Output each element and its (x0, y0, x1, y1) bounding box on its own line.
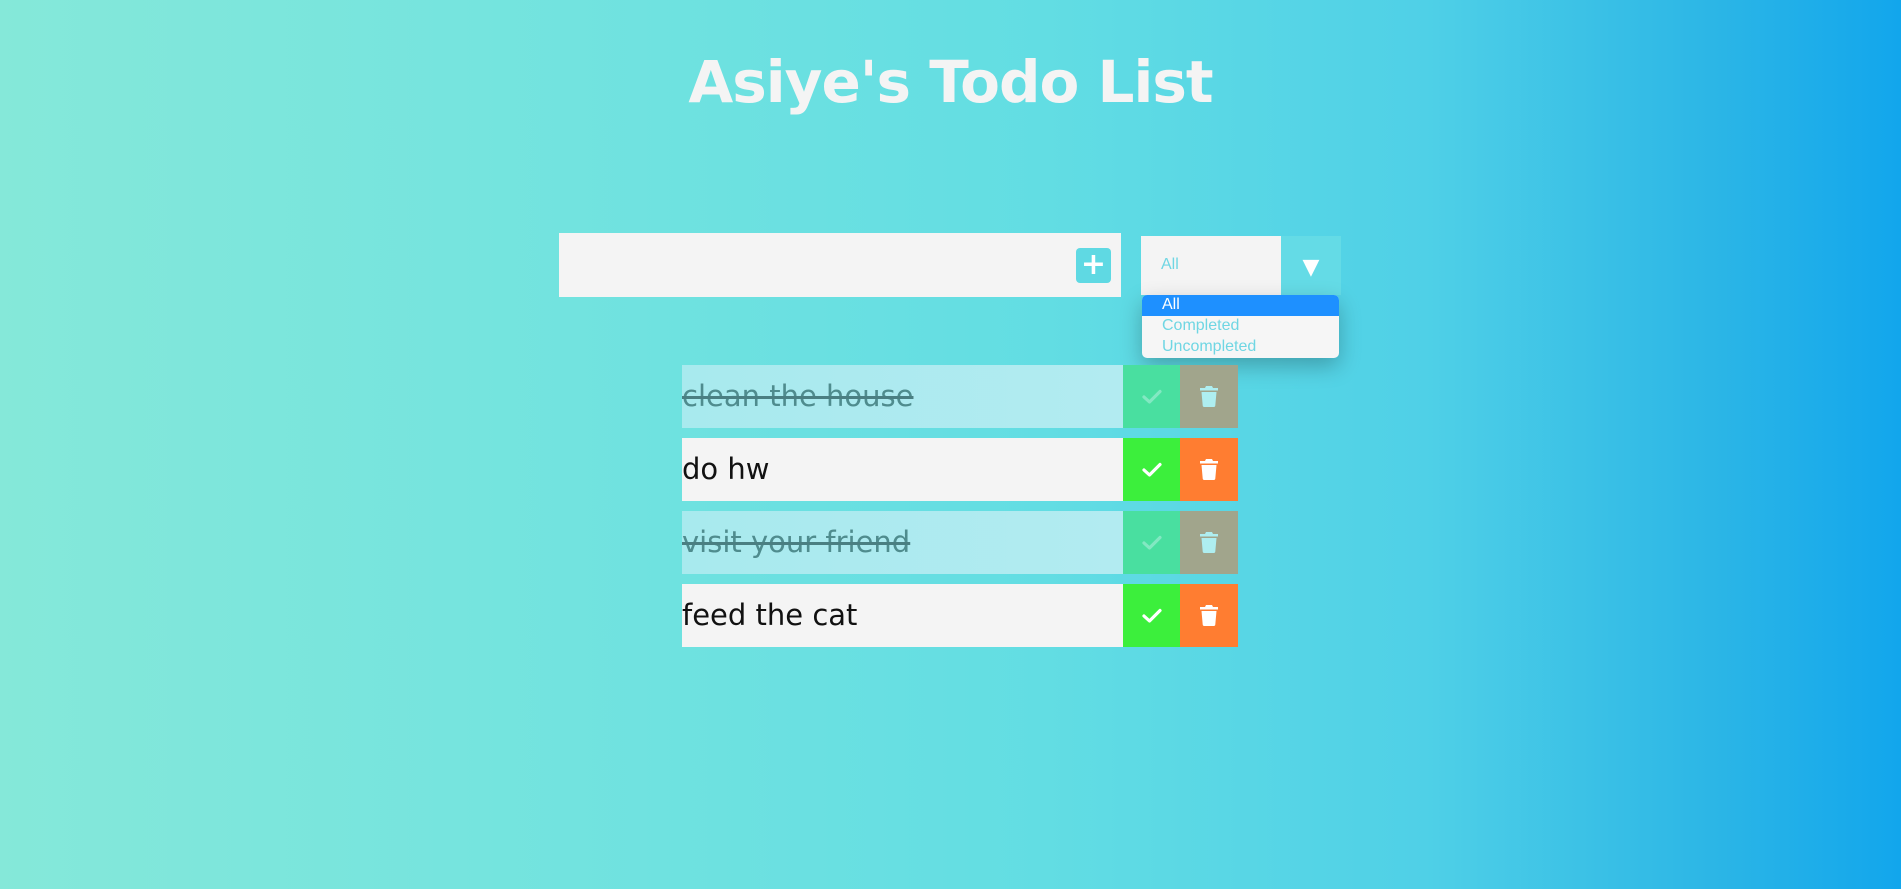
delete-button[interactable] (1180, 365, 1238, 428)
check-icon (1141, 462, 1162, 477)
complete-button[interactable] (1123, 438, 1180, 501)
complete-button[interactable] (1123, 511, 1180, 574)
todo-text-area: clean the house (682, 365, 1123, 428)
filter-selected-value: All (1161, 256, 1179, 273)
trash-icon (1200, 386, 1218, 407)
check-icon (1141, 535, 1162, 550)
plus-icon: + (1080, 247, 1107, 282)
filter-option-uncompleted[interactable]: Uncompleted (1142, 337, 1339, 358)
todo-text: feed the cat (682, 598, 858, 632)
todo-text: visit your friend (682, 525, 911, 559)
delete-button[interactable] (1180, 438, 1238, 501)
add-todo-button[interactable]: + (1076, 248, 1111, 283)
trash-icon (1200, 605, 1218, 626)
check-icon (1141, 389, 1162, 404)
check-icon (1141, 608, 1162, 623)
todo-text-area: feed the cat (682, 584, 1123, 647)
delete-button[interactable] (1180, 511, 1238, 574)
todo-text-area: do hw (682, 438, 1123, 501)
add-todo-form (559, 233, 1121, 299)
filter-dropdown-button[interactable]: ▼ (1281, 236, 1341, 295)
complete-button[interactable] (1123, 365, 1180, 428)
page-title: Asiye's Todo List (688, 48, 1213, 116)
todo-item: feed the cat (682, 584, 1238, 647)
trash-icon (1200, 459, 1218, 480)
filter-option-completed[interactable]: Completed (1142, 316, 1339, 337)
todo-text-area: visit your friend (682, 511, 1123, 574)
delete-button[interactable] (1180, 584, 1238, 647)
todo-item: clean the house (682, 365, 1238, 428)
trash-icon (1200, 532, 1218, 553)
todo-text: clean the house (682, 379, 914, 413)
chevron-down-icon: ▼ (1302, 255, 1320, 280)
todo-text: do hw (682, 452, 770, 486)
todo-item: visit your friend (682, 511, 1238, 574)
todo-input[interactable] (571, 233, 1055, 299)
complete-button[interactable] (1123, 584, 1180, 647)
filter-dropdown-menu: All Completed Uncompleted (1142, 295, 1339, 358)
todo-item: do hw (682, 438, 1238, 501)
filter-option-all[interactable]: All (1142, 295, 1339, 316)
